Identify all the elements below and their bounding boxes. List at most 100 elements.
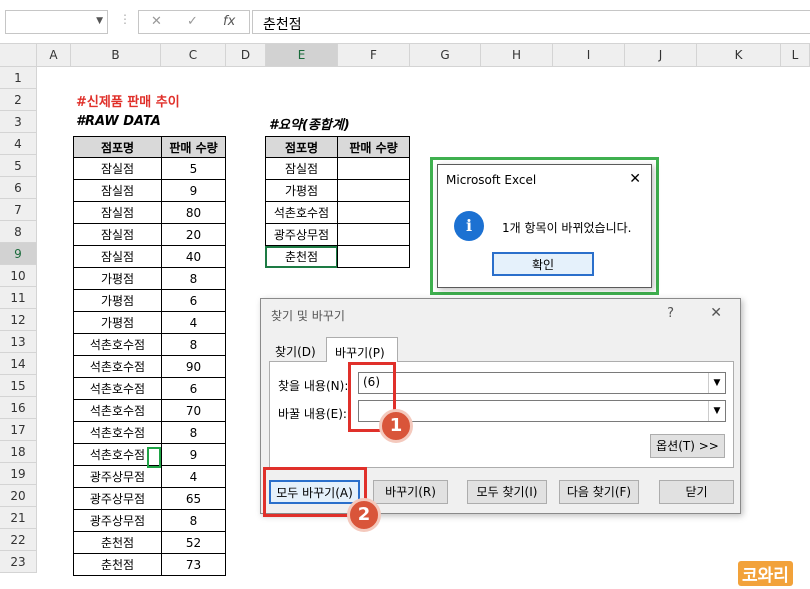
raw-cell[interactable]: 석촌호수점 (73, 400, 162, 422)
summary-cell[interactable]: 춘천점 (265, 246, 338, 268)
select-all-corner[interactable] (0, 44, 37, 67)
ok-button[interactable]: 확인 (492, 252, 594, 276)
options-button[interactable]: 옵션(T) >> (650, 434, 725, 458)
row-header-12[interactable]: 12 (0, 309, 37, 331)
raw-cell[interactable]: 65 (161, 488, 226, 510)
raw-cell[interactable]: 석촌호수점 (73, 356, 162, 378)
raw-cell[interactable]: 90 (161, 356, 226, 378)
raw-cell[interactable]: 70 (161, 400, 226, 422)
raw-cell[interactable]: 광주상무점 (73, 466, 162, 488)
column-header-f[interactable]: F (338, 44, 410, 67)
raw-cell[interactable]: 4 (161, 312, 226, 334)
column-header-i[interactable]: I (553, 44, 625, 67)
summary-cell[interactable] (337, 158, 410, 180)
cancel-icon[interactable]: ✕ (151, 14, 162, 29)
chevron-down-icon[interactable]: ▼ (708, 373, 725, 393)
row-header-22[interactable]: 22 (0, 529, 37, 551)
row-header-4[interactable]: 4 (0, 133, 37, 155)
raw-cell[interactable]: 광주상무점 (73, 510, 162, 532)
row-header-14[interactable]: 14 (0, 353, 37, 375)
summary-cell[interactable]: 광주상무점 (265, 224, 338, 246)
row-header-7[interactable]: 7 (0, 199, 37, 221)
raw-cell[interactable]: 52 (161, 532, 226, 554)
raw-cell[interactable]: 80 (161, 202, 226, 224)
raw-cell[interactable]: 8 (161, 422, 226, 444)
raw-cell[interactable]: 40 (161, 246, 226, 268)
row-header-13[interactable]: 13 (0, 331, 37, 353)
row-header-23[interactable]: 23 (0, 551, 37, 573)
formula-input[interactable]: 춘천점 (252, 10, 810, 34)
row-header-3[interactable]: 3 (0, 111, 37, 133)
raw-cell[interactable]: 잠실점 (73, 224, 162, 246)
row-header-15[interactable]: 15 (0, 375, 37, 397)
raw-cell[interactable]: 9 (161, 180, 226, 202)
find-input[interactable]: (6) ▼ (358, 372, 726, 394)
raw-cell[interactable]: 8 (161, 334, 226, 356)
row-header-16[interactable]: 16 (0, 397, 37, 419)
column-header-b[interactable]: B (71, 44, 161, 67)
raw-cell[interactable]: 춘천점 (73, 554, 162, 576)
tab-replace[interactable]: 바꾸기(P) (326, 337, 398, 362)
raw-cell[interactable]: 잠실점 (73, 246, 162, 268)
summary-cell[interactable]: 석촌호수점 (265, 202, 338, 224)
raw-cell[interactable]: 가평점 (73, 290, 162, 312)
column-header-c[interactable]: C (161, 44, 226, 67)
raw-cell[interactable]: 9 (161, 444, 226, 466)
row-header-10[interactable]: 10 (0, 265, 37, 287)
raw-cell[interactable]: 광주상무점 (73, 488, 162, 510)
raw-header[interactable]: 판매 수량 (161, 136, 226, 158)
name-box[interactable]: ▼ (5, 10, 108, 34)
replace-input[interactable]: ▼ (358, 400, 726, 422)
summary-cell[interactable] (337, 224, 410, 246)
raw-cell[interactable]: 8 (161, 510, 226, 532)
summary-header[interactable]: 판매 수량 (337, 136, 410, 158)
column-header-d[interactable]: D (226, 44, 266, 67)
column-header-l[interactable]: L (781, 44, 810, 67)
chevron-down-icon[interactable]: ▼ (96, 16, 103, 26)
close-icon[interactable]: ✕ (629, 171, 641, 187)
raw-cell[interactable]: 73 (161, 554, 226, 576)
column-header-a[interactable]: A (37, 44, 71, 67)
row-header-1[interactable]: 1 (0, 67, 37, 89)
raw-cell[interactable]: 가평점 (73, 268, 162, 290)
chevron-down-icon[interactable]: ▼ (708, 401, 725, 421)
tab-find[interactable]: 찾기(D) (275, 343, 316, 360)
summary-header[interactable]: 점포명 (265, 136, 338, 158)
summary-cell[interactable]: 가평점 (265, 180, 338, 202)
summary-cell[interactable]: 잠실점 (265, 158, 338, 180)
raw-cell[interactable]: 6 (161, 290, 226, 312)
close-icon[interactable]: ✕ (710, 305, 722, 321)
raw-cell[interactable]: 석촌호수점 (73, 422, 162, 444)
find-next-button[interactable]: 다음 찾기(F) (559, 480, 639, 504)
column-header-h[interactable]: H (481, 44, 553, 67)
column-header-g[interactable]: G (410, 44, 481, 67)
raw-cell[interactable]: 잠실점 (73, 180, 162, 202)
find-all-button[interactable]: 모두 찾기(I) (467, 480, 547, 504)
replace-button[interactable]: 바꾸기(R) (373, 480, 448, 504)
row-header-11[interactable]: 11 (0, 287, 37, 309)
raw-header[interactable]: 점포명 (73, 136, 162, 158)
raw-cell[interactable]: 가평점 (73, 312, 162, 334)
row-header-19[interactable]: 19 (0, 463, 37, 485)
help-icon[interactable]: ? (667, 306, 674, 321)
row-header-17[interactable]: 17 (0, 419, 37, 441)
summary-cell[interactable] (337, 246, 410, 268)
close-button[interactable]: 닫기 (659, 480, 734, 504)
raw-cell[interactable]: 4 (161, 466, 226, 488)
row-header-9[interactable]: 9 (0, 243, 37, 265)
fx-icon[interactable]: fx (223, 14, 235, 29)
raw-cell[interactable]: 6 (161, 378, 226, 400)
column-header-j[interactable]: J (625, 44, 697, 67)
column-header-e[interactable]: E (266, 44, 338, 67)
row-header-5[interactable]: 5 (0, 155, 37, 177)
column-header-k[interactable]: K (697, 44, 781, 67)
raw-cell[interactable]: 석촌호수점 (73, 334, 162, 356)
row-header-8[interactable]: 8 (0, 221, 37, 243)
raw-cell[interactable]: 석촌호수점 (73, 378, 162, 400)
raw-cell[interactable]: 20 (161, 224, 226, 246)
raw-cell[interactable]: 잠실점 (73, 158, 162, 180)
raw-cell[interactable]: 8 (161, 268, 226, 290)
row-header-20[interactable]: 20 (0, 485, 37, 507)
raw-cell[interactable]: 잠실점 (73, 202, 162, 224)
enter-icon[interactable]: ✓ (187, 14, 198, 29)
